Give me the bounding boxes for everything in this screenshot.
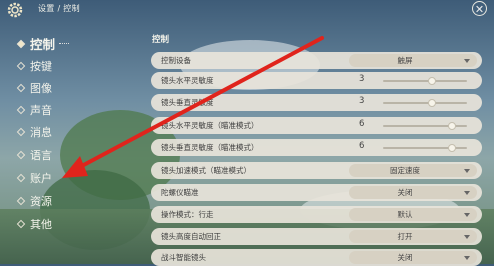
chevron-down-icon (464, 235, 470, 239)
select-value: 关闭 (397, 188, 413, 197)
diamond-icon (16, 83, 26, 93)
diamond-icon (16, 61, 26, 71)
smart-camera-select[interactable]: 关闭 (349, 251, 477, 264)
sidebar-item-label: 语言 (30, 149, 52, 162)
setting-label: 镜头垂直灵敏度 (161, 98, 214, 107)
setting-row-v-sensitivity-aim: 镜头垂直灵敏度（瞄准模式） 6 (151, 139, 482, 156)
setting-label: 控制设备 (161, 56, 191, 65)
chevron-down-icon (464, 59, 470, 63)
setting-row-gyro-aim: 陀螺仪瞄准 关闭 (151, 184, 482, 201)
sidebar-item-messages[interactable]: 消息 (16, 124, 52, 140)
sidebar-item-label: 图像 (30, 82, 52, 95)
slider-track[interactable] (383, 102, 467, 104)
slider-value: 6 (359, 141, 365, 151)
active-indicator (59, 43, 70, 44)
select-value: 触屏 (397, 56, 413, 65)
slider-value: 3 (359, 96, 365, 106)
setting-row-smart-camera: 战斗智能镜头 关闭 (151, 249, 482, 266)
sidebar-item-control[interactable]: 控制 (16, 34, 70, 53)
setting-label: 镜头垂直灵敏度（瞄准模式） (161, 143, 259, 152)
slider-thumb[interactable] (427, 77, 436, 85)
top-bar: 设置 / 控制 ✕ (0, 0, 494, 20)
gyro-aim-select[interactable]: 关闭 (349, 186, 477, 199)
breadcrumb: 设置 / 控制 (38, 4, 80, 13)
chevron-down-icon (464, 256, 470, 260)
setting-label: 战斗智能镜头 (161, 253, 206, 262)
slider-thumb[interactable] (447, 144, 456, 152)
setting-row-camera-auto-reset: 镜头高度自动回正 打开 (151, 228, 482, 245)
setting-label: 镜头加速模式（瞄准模式） (161, 166, 251, 175)
sidebar-item-label: 控制 (30, 37, 56, 52)
section-title: 控制 (152, 35, 170, 45)
setting-label: 镜头水平灵敏度（瞄准模式） (161, 121, 259, 130)
close-button[interactable]: ✕ (472, 1, 487, 16)
sidebar-item-label: 消息 (30, 126, 52, 139)
setting-label: 镜头高度自动回正 (161, 232, 221, 241)
diamond-icon (16, 219, 26, 229)
chevron-down-icon (464, 213, 470, 217)
select-value: 固定速度 (390, 166, 420, 175)
slider-value: 3 (359, 74, 365, 84)
setting-row-h-sensitivity: 镜头水平灵敏度 3 (151, 72, 482, 89)
setting-label: 操作模式：行走 (161, 210, 214, 219)
select-value: 关闭 (397, 253, 413, 262)
sidebar-item-label: 资源 (30, 195, 52, 208)
slider-track[interactable] (383, 80, 467, 82)
chevron-down-icon (464, 191, 470, 195)
slider-thumb[interactable] (427, 99, 436, 107)
gear-icon (7, 2, 23, 18)
close-icon: ✕ (474, 3, 485, 16)
sidebar-item-resources[interactable]: 资源 (16, 193, 52, 209)
sidebar-item-label: 声音 (30, 104, 52, 117)
diamond-icon (16, 127, 26, 137)
select-value: 打开 (397, 232, 413, 241)
diamond-icon (16, 150, 26, 160)
sidebar-item-label: 其他 (30, 218, 52, 231)
sidebar-item-graphics[interactable]: 图像 (16, 80, 52, 96)
sidebar-item-label: 账户 (30, 172, 52, 185)
setting-row-camera-accel: 镜头加速模式（瞄准模式） 固定速度 (151, 162, 482, 179)
sidebar-item-label: 按键 (30, 60, 52, 73)
setting-row-v-sensitivity: 镜头垂直灵敏度 3 (151, 94, 482, 111)
diamond-icon (16, 196, 26, 206)
diamond-icon (16, 105, 26, 115)
sidebar: 控制 按键 图像 声音 消息 语言 账户 资源 其他 (0, 20, 110, 264)
sidebar-item-account[interactable]: 账户 (16, 170, 52, 186)
setting-row-h-sensitivity-aim: 镜头水平灵敏度（瞄准模式） 6 (151, 117, 482, 134)
camera-accel-select[interactable]: 固定速度 (349, 164, 477, 177)
select-value: 默认 (397, 210, 413, 219)
diamond-icon (16, 39, 26, 48)
setting-row-control-device: 控制设备 触屏 (151, 52, 482, 69)
setting-row-walk-mode: 操作模式：行走 默认 (151, 206, 482, 223)
chevron-down-icon (464, 169, 470, 173)
setting-label: 陀螺仪瞄准 (161, 188, 199, 197)
sidebar-item-keys[interactable]: 按键 (16, 58, 52, 74)
slider-value: 6 (359, 119, 365, 129)
walk-mode-select[interactable]: 默认 (349, 208, 477, 221)
sidebar-item-language[interactable]: 语言 (16, 147, 52, 163)
camera-auto-reset-select[interactable]: 打开 (349, 230, 477, 243)
setting-label: 镜头水平灵敏度 (161, 76, 214, 85)
control-device-select[interactable]: 触屏 (349, 54, 477, 67)
slider-thumb[interactable] (447, 122, 456, 130)
sidebar-item-audio[interactable]: 声音 (16, 102, 52, 118)
sidebar-item-other[interactable]: 其他 (16, 216, 52, 232)
diamond-icon (16, 173, 26, 183)
